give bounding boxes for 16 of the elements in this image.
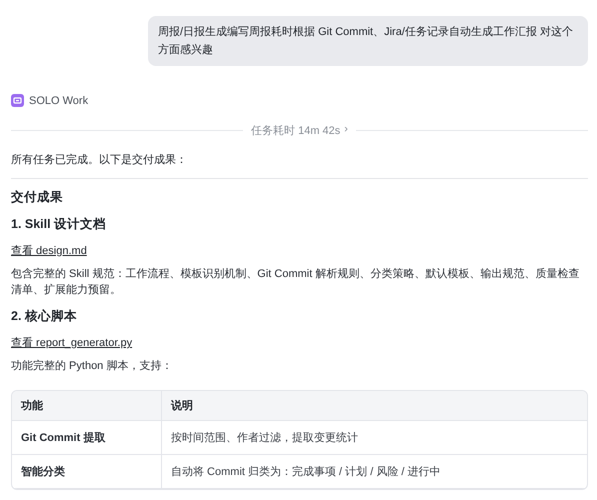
column-header: 说明 [162,391,587,421]
file-link[interactable]: 查看 report_generator.py [11,335,132,350]
column-header: 功能 [12,391,162,421]
description-text: 包含完整的 Skill 规范：工作流程、模板识别机制、Git Commit 解析规则、分类策略、默认模板、输出规范、质量检查清单、扩展能力预留。 [11,266,580,298]
user-message: 周报/日报生成编写周报耗时根据 Git Commit、Jira/任务记录自动生成工作汇报 对这个方面感兴趣 [148,16,588,66]
table-cell: 智能分类 [12,455,162,489]
summary-text: 所有任务已完成。以下是交付成果： [11,152,188,168]
file-link[interactable]: 查看 design.md [11,243,87,258]
subsection-title: 2. 核心脚本 [11,308,78,325]
description-text: 功能完整的 Python 脚本，支持： [11,358,174,374]
subsection-title: 1. Skill 设计文档 [11,216,108,233]
table-cell: 自动将 Commit 归类为：完成事项 / 计划 / 风险 / 进行中 [162,455,587,489]
table-cell: 按时间范围、作者过滤，提取变更统计 [162,421,587,455]
section-heading: 交付成果 [11,189,64,206]
agent-name: SOLO Work [29,94,88,106]
table-cell: Git Commit 提取 [12,421,162,455]
